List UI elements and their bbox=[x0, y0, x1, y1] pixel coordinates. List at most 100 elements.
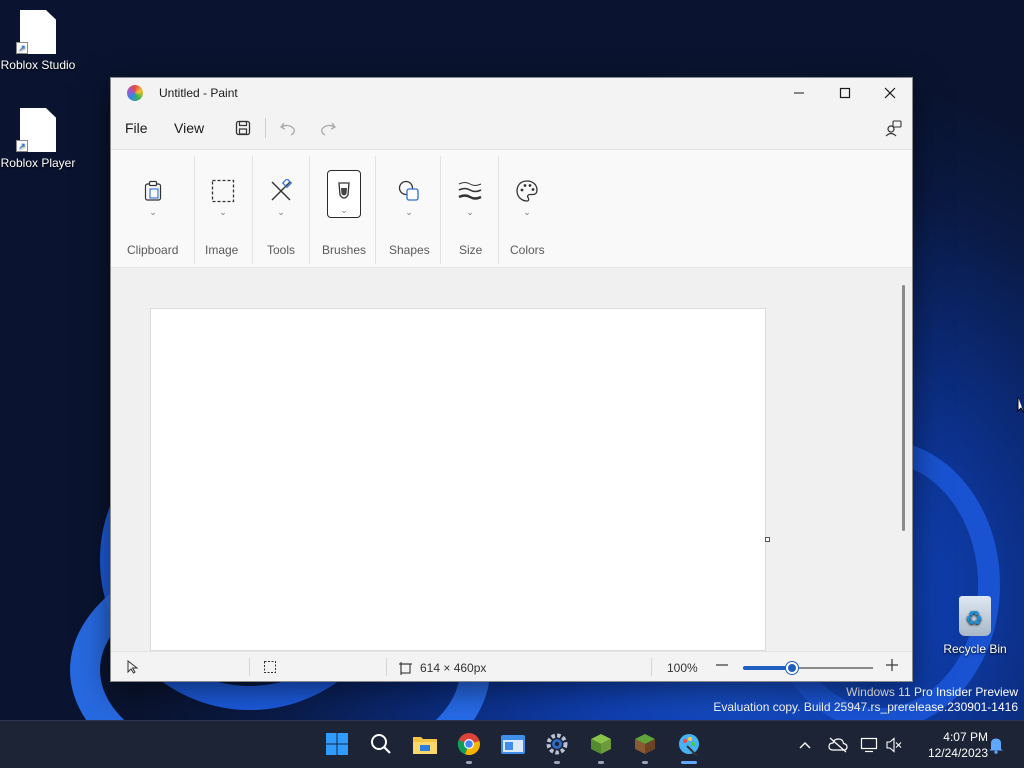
cube-icon bbox=[591, 734, 611, 754]
maximize-icon bbox=[839, 87, 851, 99]
title-bar[interactable]: Untitled - Paint bbox=[111, 78, 912, 108]
zoom-level[interactable]: 100% bbox=[667, 661, 698, 675]
search-button[interactable] bbox=[368, 731, 394, 757]
window-title: Untitled - Paint bbox=[159, 86, 238, 100]
account-icon bbox=[885, 120, 902, 137]
shortcut-arrow-icon: ↗ bbox=[16, 140, 28, 152]
redo-icon bbox=[321, 122, 336, 136]
desktop-icon-recycle-bin[interactable]: Recycle Bin bbox=[942, 596, 1008, 656]
taskbar-clock[interactable]: 4:07 PM 12/24/2023 bbox=[912, 729, 988, 761]
minimize-button[interactable] bbox=[776, 78, 822, 108]
zoom-out-button[interactable] bbox=[715, 658, 729, 672]
paint-window: Untitled - Paint File View ⌄ Clipboard ⌄… bbox=[110, 77, 913, 682]
undo-icon bbox=[280, 122, 295, 136]
chrome-icon bbox=[457, 733, 480, 756]
ribbon-group-brushes: ⌄ Brushes bbox=[310, 150, 376, 268]
tray-display-button[interactable] bbox=[860, 721, 880, 768]
selection-size-icon bbox=[264, 661, 276, 673]
drawing-canvas[interactable] bbox=[150, 308, 766, 651]
undo-button[interactable] bbox=[276, 116, 300, 140]
save-button[interactable] bbox=[231, 116, 255, 140]
taskbar-settings[interactable] bbox=[544, 731, 570, 757]
menu-file[interactable]: File bbox=[125, 120, 148, 136]
palette-icon bbox=[516, 180, 538, 202]
desktop-icon-roblox-player[interactable]: ↗ Roblox Player bbox=[0, 108, 76, 170]
folder-icon bbox=[413, 737, 437, 754]
shapes-button[interactable] bbox=[392, 174, 426, 208]
ribbon-group-label: Size bbox=[459, 243, 483, 257]
tray-overflow-button[interactable] bbox=[798, 721, 812, 768]
redo-button[interactable] bbox=[316, 116, 340, 140]
taskbar-running-indicator bbox=[554, 761, 560, 764]
desktop-icon-roblox-studio[interactable]: ↗ Roblox Studio bbox=[0, 10, 76, 72]
search-icon bbox=[371, 734, 391, 754]
taskbar-running-indicator bbox=[466, 761, 472, 764]
shortcut-arrow-icon: ↗ bbox=[16, 42, 28, 54]
taskbar-running-indicator bbox=[642, 761, 648, 764]
tools-icon bbox=[271, 179, 293, 201]
selection-icon bbox=[211, 179, 235, 203]
status-bar: 614 × 460px 100% bbox=[111, 651, 912, 681]
account-button[interactable] bbox=[881, 116, 905, 140]
status-divider bbox=[249, 658, 250, 676]
taskbar-paint[interactable] bbox=[676, 731, 702, 757]
menu-view[interactable]: View bbox=[174, 120, 204, 136]
zoom-in-button[interactable] bbox=[885, 658, 899, 672]
tools-button[interactable] bbox=[264, 174, 298, 208]
shapes-icon bbox=[398, 180, 419, 201]
taskbar-minecraft[interactable] bbox=[632, 731, 658, 757]
size-button[interactable] bbox=[453, 174, 487, 208]
ribbon: ⌄ Clipboard ⌄ Image ⌄ Tools ⌄ Brushes ⌄ … bbox=[111, 149, 912, 268]
zoom-slider-fill bbox=[743, 666, 793, 670]
canvas-size-text: 614 × 460px bbox=[420, 661, 487, 675]
taskbar-file-explorer[interactable] bbox=[412, 731, 438, 757]
ribbon-group-label: Image bbox=[205, 243, 239, 257]
taskbar-roblox-studio[interactable] bbox=[588, 731, 614, 757]
close-button[interactable] bbox=[867, 78, 912, 108]
chevron-down-icon[interactable]: ⌄ bbox=[264, 207, 298, 218]
zoom-slider[interactable] bbox=[743, 662, 873, 674]
cursor-position bbox=[127, 660, 139, 674]
canvas-area[interactable] bbox=[111, 269, 912, 651]
chevron-down-icon[interactable]: ⌄ bbox=[327, 205, 361, 216]
vertical-scrollbar[interactable] bbox=[902, 285, 905, 531]
zoom-slider-thumb[interactable] bbox=[786, 662, 799, 674]
ribbon-group-colors: ⌄ Colors bbox=[499, 150, 559, 268]
ribbon-group-label: Brushes bbox=[322, 243, 367, 257]
notifications-button[interactable] bbox=[988, 721, 1004, 768]
selection-button[interactable] bbox=[206, 174, 240, 208]
ribbon-group-size: ⌄ Size bbox=[441, 150, 498, 268]
chevron-down-icon[interactable]: ⌄ bbox=[453, 207, 487, 218]
desktop-icon-label: Recycle Bin bbox=[943, 642, 1007, 656]
chevron-down-icon[interactable]: ⌄ bbox=[510, 207, 544, 218]
chevron-down-icon[interactable]: ⌄ bbox=[136, 207, 170, 218]
ribbon-group-tools: ⌄ Tools bbox=[253, 150, 309, 268]
windows-logo-icon bbox=[326, 733, 348, 755]
clipboard-button[interactable] bbox=[136, 174, 170, 208]
maximize-button[interactable] bbox=[822, 78, 868, 108]
paint-app-icon bbox=[127, 85, 143, 101]
recycle-bin-icon bbox=[959, 596, 991, 636]
monitor-icon bbox=[860, 737, 878, 753]
gear-icon bbox=[546, 733, 568, 755]
watermark-line: Windows 11 Pro Insider Preview bbox=[846, 685, 1018, 699]
bell-icon bbox=[989, 738, 1003, 754]
tray-network-button[interactable] bbox=[828, 721, 848, 768]
evaluation-watermark: Windows 11 Pro Insider Preview Evaluatio… bbox=[713, 685, 1018, 715]
canvas-resize-handle[interactable] bbox=[765, 537, 770, 542]
tray-volume-button[interactable] bbox=[886, 721, 902, 768]
start-button[interactable] bbox=[324, 731, 350, 757]
desktop-icon-label: Roblox Studio bbox=[0, 58, 76, 72]
colors-button[interactable] bbox=[510, 174, 544, 208]
ribbon-group-label: Colors bbox=[510, 243, 545, 257]
brush-icon bbox=[338, 182, 350, 199]
plus-icon bbox=[886, 659, 898, 671]
clock-date: 12/24/2023 bbox=[927, 746, 988, 760]
taskbar-chrome[interactable] bbox=[456, 731, 482, 757]
taskbar-app[interactable] bbox=[500, 731, 526, 757]
chevron-down-icon[interactable]: ⌄ bbox=[206, 207, 240, 218]
line-size-icon bbox=[458, 182, 482, 200]
pointer-icon bbox=[127, 660, 139, 674]
speaker-muted-icon bbox=[886, 737, 902, 753]
chevron-down-icon[interactable]: ⌄ bbox=[392, 207, 426, 218]
